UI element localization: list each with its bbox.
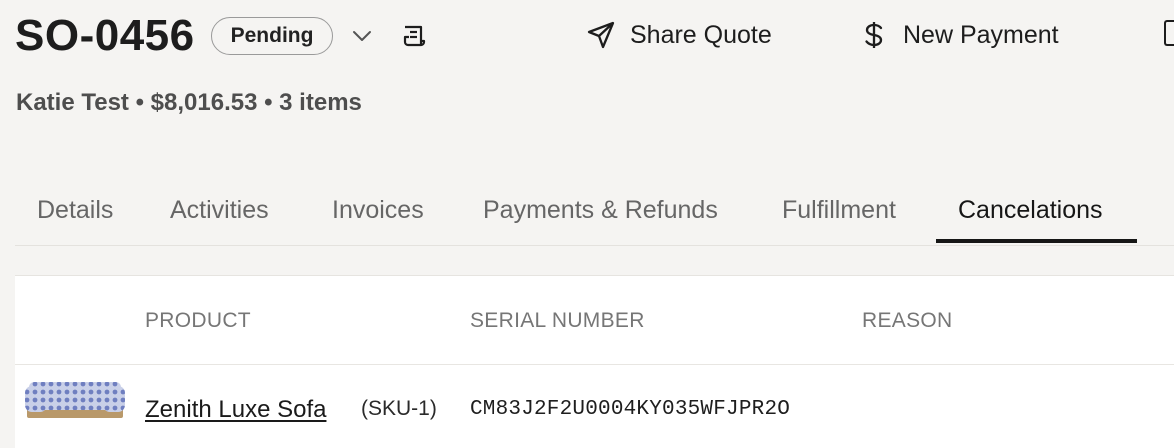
header-divider: [15, 364, 1174, 365]
send-icon: [585, 19, 617, 51]
active-tab-indicator: [936, 239, 1137, 243]
column-header-serial-number[interactable]: SERIAL NUMBER: [470, 309, 645, 333]
share-quote-button[interactable]: Share Quote: [585, 19, 772, 51]
share-quote-label: Share Quote: [630, 20, 772, 49]
product-link[interactable]: Zenith Luxe Sofa: [145, 396, 326, 424]
new-payment-label: New Payment: [903, 20, 1059, 49]
new-payment-button[interactable]: New Payment: [858, 19, 1059, 51]
column-header-reason[interactable]: REASON: [862, 309, 953, 333]
dollar-icon: [858, 19, 890, 51]
tab-fulfillment[interactable]: Fulfillment: [782, 196, 896, 225]
sofa-thumbnail: [25, 382, 125, 418]
order-page: SO-0456 Pending Share Quote New Payment …: [0, 0, 1174, 448]
product-sku: (SKU-1): [361, 397, 437, 420]
tab-invoices[interactable]: Invoices: [332, 196, 424, 225]
column-header-product[interactable]: PRODUCT: [145, 309, 251, 333]
cancelations-table: PRODUCT SERIAL NUMBER REASON Zenith Luxe…: [15, 275, 1174, 448]
receipt-icon[interactable]: [399, 21, 429, 51]
serial-number: CM83J2F2U0004KY035WFJPR2O: [470, 398, 791, 421]
tab-activities[interactable]: Activities: [170, 196, 269, 225]
tab-details[interactable]: Details: [37, 196, 113, 225]
more-actions-icon[interactable]: [1164, 20, 1174, 46]
order-number: SO-0456: [15, 11, 195, 60]
status-badge[interactable]: Pending: [210, 17, 334, 55]
tab-bar: Details Activities Invoices Payments & R…: [15, 180, 1174, 246]
chevron-down-icon[interactable]: [349, 23, 375, 49]
order-summary: Katie Test • $8,016.53 • 3 items: [16, 89, 362, 116]
tab-payments-refunds[interactable]: Payments & Refunds: [483, 196, 718, 225]
tab-cancelations[interactable]: Cancelations: [958, 196, 1103, 225]
